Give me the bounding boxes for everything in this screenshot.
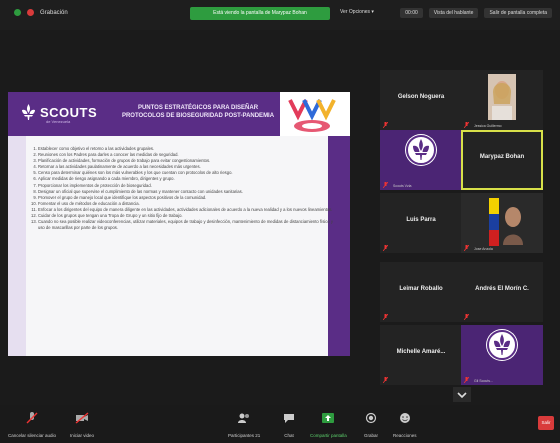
participant-tile-leimar[interactable]: Leimar Roballo	[380, 262, 462, 322]
mic-muted-icon	[464, 314, 469, 320]
start-video-label: Iniciar video	[70, 433, 95, 438]
chat-button[interactable]: Chat	[282, 411, 296, 438]
protocol-item: Enfocar a los dirigentes del equipo de m…	[38, 207, 333, 213]
participant-tile-scouts[interactable]: Scouts Vzla	[380, 130, 462, 190]
meeting-controls-bar: Cancelar silenciar audio Iniciar video P…	[0, 405, 560, 443]
participants-label: Participantes	[228, 433, 255, 438]
participant-tile-gelson[interactable]: Gelson Noguera	[380, 70, 462, 130]
participant-tile-jessica[interactable]: Jessica Guillermo	[461, 70, 543, 130]
mic-muted-icon	[464, 377, 469, 383]
protocol-item: Proporcionar los implementos de protecci…	[38, 183, 333, 189]
brand-wordmark: SCOUTS	[40, 104, 98, 120]
protocol-item: Fomentar el uso de métodos de educación …	[38, 201, 333, 207]
participant-tile-michelle[interactable]: Michelle Amaré...	[380, 325, 462, 385]
share-screen-icon	[322, 413, 335, 423]
mic-muted-icon	[26, 412, 38, 424]
recording-label: Grabación	[40, 9, 68, 16]
video-off-icon	[75, 412, 89, 424]
protocol-item: Planificación de actividades, formación …	[38, 158, 333, 164]
participant-name: Gelson Noguera	[397, 94, 445, 100]
event-logo	[288, 99, 336, 132]
brand-subtitle: de Venezuela	[46, 119, 71, 124]
exit-fullscreen-button[interactable]: Salir de pantalla completa	[484, 8, 552, 18]
share-screen-label: Compartir pantalla	[310, 433, 347, 438]
secure-icon	[14, 9, 21, 16]
record-button[interactable]: Grabar	[364, 411, 378, 438]
protocol-item: Cuando no sea posible realizar videoconf…	[38, 219, 333, 231]
mic-muted-icon	[464, 245, 469, 251]
mic-muted-icon	[383, 245, 388, 251]
participant-tile-gil-scouts[interactable]: Gil Scouts...	[461, 325, 543, 385]
record-icon	[365, 412, 377, 424]
participant-tile-active-speaker[interactable]: Marypaz Bohan	[461, 130, 543, 190]
participant-video	[461, 193, 543, 253]
mic-muted-icon	[464, 122, 469, 128]
unmute-button[interactable]: Cancelar silenciar audio	[8, 411, 56, 438]
screen-share-banner: Está viendo la pantalla de Marypaz Bohan	[190, 7, 330, 20]
mic-muted-icon	[383, 314, 388, 320]
chat-icon	[284, 414, 294, 423]
meeting-timer: 00:00	[400, 8, 423, 18]
participant-caption: Scouts Vzla	[393, 184, 412, 188]
reactions-icon	[399, 413, 410, 423]
slide-title: PUNTOS ESTRATÉGICOS PARA DISEÑAR PROTOCO…	[121, 105, 275, 119]
protocol-item: Cuidar de los grupos que tengan una Trop…	[38, 213, 333, 219]
participant-tile-jose[interactable]: Jose Anzola	[461, 193, 543, 253]
record-label: Grabar	[364, 433, 379, 438]
gallery-scroll-down-button[interactable]	[453, 387, 471, 402]
protocol-item: Censo para determinar quiénes son los má…	[38, 170, 333, 176]
reactions-label: Reacciones	[393, 433, 417, 438]
fleur-de-lis-icon	[406, 135, 436, 165]
participant-name: Andrés El Morín C.	[475, 286, 529, 292]
participants-button[interactable]: Participantes 21	[228, 411, 260, 438]
protocol-item: Aplicar medidas de riesgo asignando a ca…	[38, 176, 333, 182]
chevron-down-icon	[457, 392, 467, 399]
speaker-view-button[interactable]: Vista del hablante	[428, 8, 479, 18]
leave-meeting-button[interactable]: Salir	[538, 416, 554, 430]
participant-caption: Jose Anzola	[474, 247, 493, 251]
share-screen-button[interactable]: Compartir pantalla	[310, 411, 347, 438]
mic-muted-icon	[383, 122, 388, 128]
protocol-item: Reuniones con los Padres para darles a c…	[38, 152, 333, 158]
fleur-de-lis-icon	[487, 330, 517, 360]
participant-tile-andres[interactable]: Andrés El Morín C.	[461, 262, 543, 322]
scout-emblem-icon	[486, 329, 518, 361]
participants-count: 21	[255, 433, 261, 438]
participant-caption: Jessica Guillermo	[474, 124, 502, 128]
mic-muted-icon	[383, 182, 388, 188]
participant-name: Leimar Roballo	[399, 286, 443, 292]
recording-icon	[27, 9, 34, 16]
participant-caption: Gil Scouts...	[474, 379, 493, 383]
participant-tile-luis[interactable]: Luis Parra	[380, 193, 462, 253]
participants-icon	[238, 413, 250, 423]
scout-emblem-icon	[405, 134, 437, 166]
participant-name: Luis Parra	[406, 217, 436, 223]
start-video-button[interactable]: Iniciar video	[70, 411, 94, 438]
mic-muted-icon	[383, 377, 388, 383]
participant-name: Marypaz Bohan	[479, 154, 525, 160]
protocol-item: Designar un oficial que supervise el cum…	[38, 189, 333, 195]
unmute-label: Cancelar silenciar audio	[8, 433, 57, 438]
shared-screen-slide: SCOUTS de Venezuela PUNTOS ESTRATÉGICOS …	[8, 92, 350, 356]
chat-label: Chat	[284, 433, 294, 438]
participant-video	[488, 74, 516, 120]
protocol-list: Establecer como objetivo el retorno a la…	[28, 146, 333, 231]
scouts-logo: SCOUTS	[22, 104, 97, 120]
reactions-button[interactable]: Reacciones	[393, 411, 417, 438]
participant-name: Michelle Amaré...	[396, 349, 446, 355]
view-options-button[interactable]: Ver Opciones ▾	[340, 9, 374, 15]
protocol-item: Establecer como objetivo el retorno a la…	[38, 146, 333, 152]
meeting-top-bar: Grabación Está viendo la pantalla de Mar…	[0, 0, 560, 30]
window-status: Grabación	[14, 9, 68, 16]
protocol-item: Promover el grupo de manejo local que id…	[38, 195, 333, 201]
protocol-item: Retornar a las actividades paulatinament…	[38, 164, 333, 170]
slide-left-band	[8, 136, 26, 356]
fleur-de-lis-icon	[22, 104, 35, 120]
person-video-icon	[488, 74, 516, 120]
